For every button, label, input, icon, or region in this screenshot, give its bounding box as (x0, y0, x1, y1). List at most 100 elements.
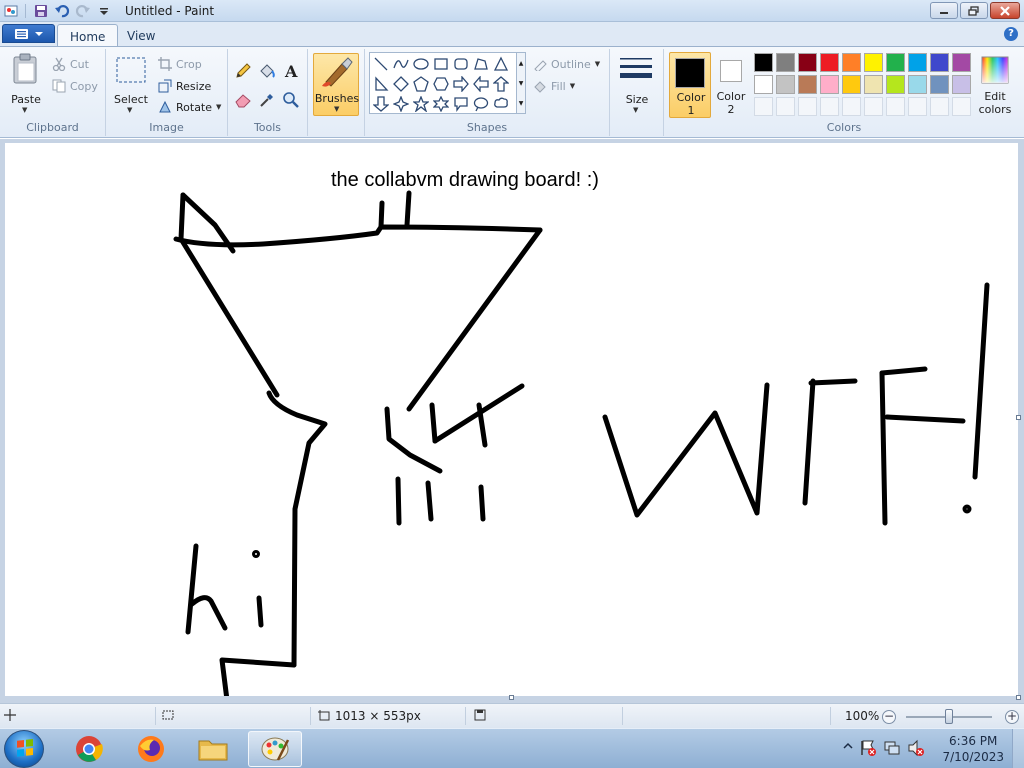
paint-menu-button[interactable] (2, 24, 55, 43)
network-icon[interactable] (883, 739, 901, 760)
palette-swatch-empty[interactable] (886, 97, 905, 116)
palette-swatch[interactable] (820, 75, 839, 94)
palette-swatch[interactable] (864, 75, 883, 94)
paste-button[interactable]: Paste ▼ (6, 51, 46, 117)
palette-swatch[interactable] (952, 75, 971, 94)
rectangle-shape-icon[interactable] (432, 55, 450, 73)
zoom-out-button[interactable]: − (882, 710, 896, 724)
help-icon[interactable]: ? (1004, 27, 1018, 41)
palette-swatch-empty[interactable] (820, 97, 839, 116)
palette-swatch-empty[interactable] (930, 97, 949, 116)
hexagon-shape-icon[interactable] (432, 75, 450, 93)
save-icon[interactable] (32, 3, 50, 19)
volume-icon[interactable] (907, 739, 925, 760)
scroll-down-icon[interactable]: ▼ (519, 80, 524, 87)
palette-swatch-empty[interactable] (908, 97, 927, 116)
palette-swatch[interactable] (952, 53, 971, 72)
palette-swatch[interactable] (930, 75, 949, 94)
right-triangle-shape-icon[interactable] (372, 75, 390, 93)
palette-swatch[interactable] (908, 75, 927, 94)
rotate-button[interactable]: Rotate ▼ (158, 100, 221, 114)
palette-swatch[interactable] (798, 53, 817, 72)
customize-qat-icon[interactable] (95, 3, 113, 19)
text-tool[interactable]: A (281, 61, 301, 81)
palette-swatch-empty[interactable] (952, 97, 971, 116)
cut-button[interactable]: Cut (52, 57, 89, 71)
palette-swatch[interactable] (842, 53, 861, 72)
four-point-star-shape-icon[interactable] (392, 95, 410, 113)
shapes-scrollbar[interactable]: ▲ ▼ ▼ (516, 52, 526, 114)
palette-swatch[interactable] (754, 75, 773, 94)
crop-button[interactable]: Crop (158, 57, 202, 71)
paint-app-icon[interactable] (2, 3, 20, 19)
rounded-rectangle-shape-icon[interactable] (452, 55, 470, 73)
oval-callout-shape-icon[interactable] (472, 95, 490, 113)
color2-button[interactable]: Color 2 (714, 52, 748, 118)
show-desktop-button[interactable] (1012, 729, 1024, 768)
palette-swatch-empty[interactable] (864, 97, 883, 116)
six-point-star-shape-icon[interactable] (432, 95, 450, 113)
pentagon-shape-icon[interactable] (412, 75, 430, 93)
palette-swatch[interactable] (754, 53, 773, 72)
select-button[interactable]: Select ▼ (112, 53, 150, 117)
taskbar-chrome[interactable] (62, 731, 116, 767)
magnifier-tool[interactable] (281, 90, 301, 110)
palette-swatch[interactable] (886, 53, 905, 72)
resize-button[interactable]: Resize (158, 79, 211, 93)
palette-swatch[interactable] (776, 53, 795, 72)
palette-swatch[interactable] (842, 75, 861, 94)
right-arrow-shape-icon[interactable] (452, 75, 470, 93)
palette-swatch[interactable] (930, 53, 949, 72)
palette-swatch[interactable] (798, 75, 817, 94)
canvas-resize-handle-right[interactable] (1016, 415, 1021, 420)
palette-swatch[interactable] (886, 75, 905, 94)
zoom-in-button[interactable]: + (1005, 710, 1019, 724)
redo-icon[interactable] (74, 3, 92, 19)
expand-icon[interactable]: ▼ (519, 100, 524, 107)
palette-swatch[interactable] (776, 75, 795, 94)
canvas-resize-handle-corner[interactable] (1016, 695, 1021, 700)
action-center-icon[interactable] (859, 739, 877, 760)
left-arrow-shape-icon[interactable] (472, 75, 490, 93)
palette-swatch-empty[interactable] (842, 97, 861, 116)
palette-swatch[interactable] (908, 53, 927, 72)
drawing-canvas[interactable]: the collabvm drawing board! :) (5, 143, 1018, 696)
undo-icon[interactable] (53, 3, 71, 19)
taskbar-firefox[interactable] (124, 731, 178, 767)
polygon-shape-icon[interactable] (472, 55, 490, 73)
brushes-button[interactable]: Brushes ▼ (313, 53, 359, 116)
scroll-up-icon[interactable]: ▲ (519, 60, 524, 67)
pencil-tool[interactable] (233, 61, 253, 81)
curve-shape-icon[interactable] (392, 55, 410, 73)
five-point-star-shape-icon[interactable] (412, 95, 430, 113)
rounded-callout-shape-icon[interactable] (452, 95, 470, 113)
tab-view[interactable]: View (115, 24, 167, 46)
color-picker-tool[interactable] (257, 90, 277, 110)
palette-swatch-empty[interactable] (754, 97, 773, 116)
down-arrow-shape-icon[interactable] (372, 95, 390, 113)
line-shape-icon[interactable] (372, 55, 390, 73)
canvas-resize-handle-bottom[interactable] (509, 695, 514, 700)
taskbar-explorer[interactable] (186, 731, 240, 767)
restore-button[interactable] (960, 2, 988, 19)
tab-home[interactable]: Home (57, 24, 119, 46)
clock[interactable]: 6:36 PM 7/10/2023 (942, 733, 1004, 765)
size-button[interactable]: Size ▼ (616, 53, 658, 117)
color1-button[interactable]: Color 1 (669, 52, 711, 118)
up-arrow-shape-icon[interactable] (492, 75, 510, 93)
oval-shape-icon[interactable] (412, 55, 430, 73)
palette-swatch-empty[interactable] (776, 97, 795, 116)
show-hidden-icons-icon[interactable] (843, 741, 853, 754)
palette-swatch-empty[interactable] (798, 97, 817, 116)
eraser-tool[interactable] (233, 90, 253, 110)
diamond-shape-icon[interactable] (392, 75, 410, 93)
minimize-button[interactable] (930, 2, 958, 19)
edit-colors-button[interactable]: Edit colors (976, 52, 1014, 118)
palette-swatch[interactable] (820, 53, 839, 72)
taskbar-paint[interactable] (248, 731, 302, 767)
start-button[interactable] (4, 730, 44, 768)
copy-button[interactable]: Copy (52, 79, 98, 93)
close-button[interactable] (990, 2, 1020, 19)
palette-swatch[interactable] (864, 53, 883, 72)
cloud-callout-shape-icon[interactable] (492, 95, 510, 113)
